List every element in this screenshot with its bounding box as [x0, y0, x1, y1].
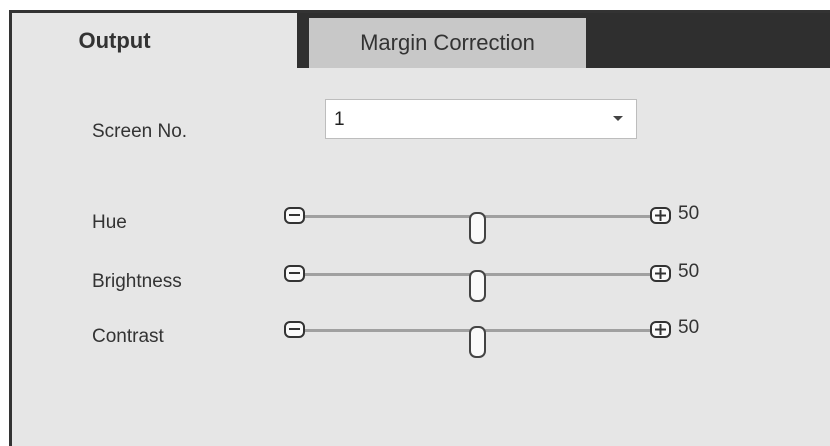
minus-icon[interactable] — [284, 321, 305, 338]
brightness-slider[interactable]: 50 — [284, 261, 744, 302]
hue-track[interactable] — [305, 212, 650, 244]
minus-icon[interactable] — [284, 207, 305, 224]
hue-slider[interactable]: 50 — [284, 203, 744, 244]
screen-no-label: Screen No. — [92, 121, 188, 142]
hue-value: 50 — [678, 203, 700, 224]
chevron-down-icon[interactable] — [600, 100, 636, 138]
hue-thumb[interactable] — [469, 212, 486, 244]
tab-output[interactable]: Output — [12, 13, 297, 68]
screen-no-select[interactable]: 1 — [325, 99, 637, 139]
brightness-thumb[interactable] — [469, 270, 486, 302]
contrast-label: Contrast — [92, 326, 164, 347]
hue-label: Hue — [92, 212, 127, 233]
tab-margin-correction[interactable]: Margin Correction — [306, 18, 586, 68]
plus-icon[interactable] — [650, 265, 671, 282]
screen-no-value: 1 — [334, 109, 345, 130]
plus-icon[interactable] — [650, 321, 671, 338]
brightness-track[interactable] — [305, 270, 650, 302]
plus-icon[interactable] — [650, 207, 671, 224]
minus-icon[interactable] — [284, 265, 305, 282]
contrast-track[interactable] — [305, 326, 650, 358]
contrast-value: 50 — [678, 317, 700, 338]
brightness-label: Brightness — [92, 271, 182, 292]
contrast-slider[interactable]: 50 — [284, 317, 744, 358]
brightness-value: 50 — [678, 261, 700, 282]
contrast-thumb[interactable] — [469, 326, 486, 358]
